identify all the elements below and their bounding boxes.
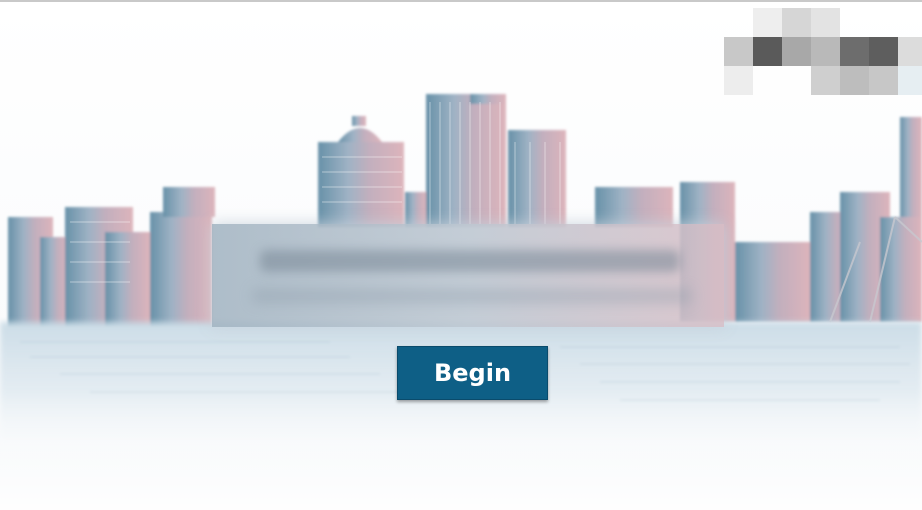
blurred-title-text — [260, 250, 680, 272]
blurred-subtitle-text — [252, 288, 692, 304]
title-banner — [212, 224, 724, 327]
pixelated-logo-icon — [724, 8, 922, 95]
slide-frame: Begin — [0, 0, 922, 510]
begin-button[interactable]: Begin — [397, 346, 548, 400]
